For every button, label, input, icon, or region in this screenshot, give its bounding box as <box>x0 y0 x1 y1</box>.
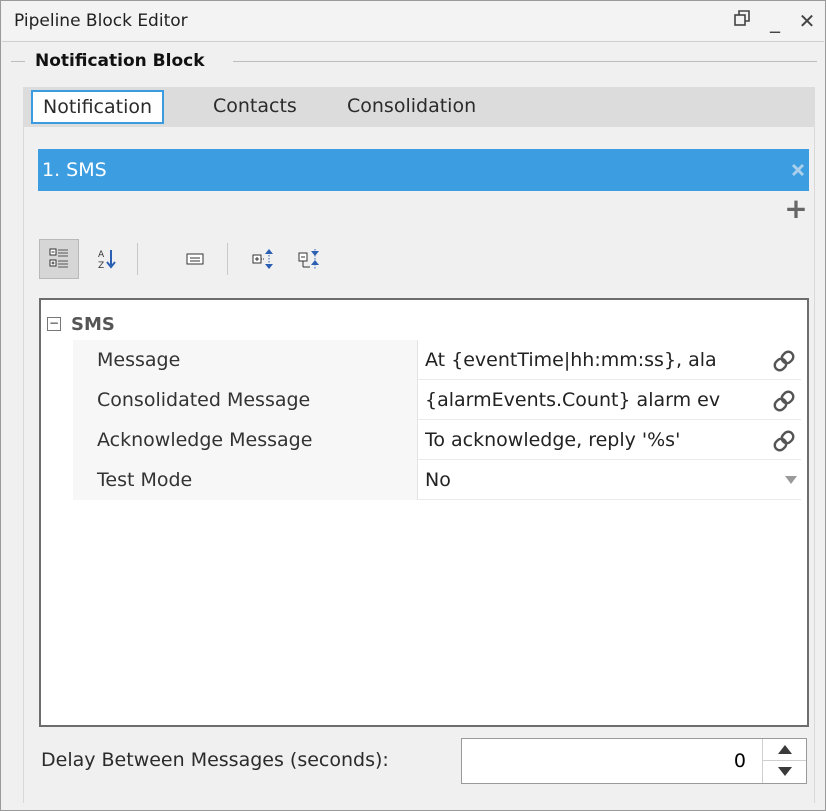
add-profile-button[interactable]: + <box>784 195 808 223</box>
delay-value-input[interactable] <box>506 739 746 783</box>
toolbar-separator <box>137 243 138 275</box>
restore-button[interactable] <box>730 7 756 35</box>
arrow-down-icon <box>778 767 792 776</box>
profile-item-label: 1. SMS <box>42 159 107 181</box>
section-title: Notification Block <box>31 51 209 71</box>
decrement-button[interactable] <box>763 761 806 783</box>
binding-link-button[interactable] <box>771 428 797 454</box>
collapse-category-button[interactable]: − <box>47 317 61 331</box>
property-value-text: {alarmEvents.Count} alarm ev <box>425 389 721 411</box>
tab-notification[interactable]: Notification <box>31 90 165 124</box>
test-mode-dropdown[interactable]: No <box>419 460 801 500</box>
property-row-test-mode: Test Mode No <box>73 460 801 500</box>
tab-contacts[interactable]: Contacts <box>203 87 307 127</box>
close-icon <box>791 163 805 177</box>
chain-link-icon <box>773 350 795 372</box>
window-title: Pipeline Block Editor <box>14 11 188 31</box>
section-divider <box>11 61 25 62</box>
property-value-field[interactable]: To acknowledge, reply '%s' <box>419 420 801 460</box>
alphabetical-sort-icon: A Z <box>98 250 116 270</box>
collapse-all-icon <box>298 249 319 269</box>
property-value-text: To acknowledge, reply '%s' <box>425 429 681 451</box>
property-value-text: No <box>425 469 451 491</box>
categorized-view-button[interactable] <box>39 239 79 279</box>
delay-spinner <box>461 738 807 784</box>
description-toggle-icon <box>186 253 204 265</box>
property-row-message: Message At {eventTime|hh:mm:ss}, ala <box>73 340 801 380</box>
close-button[interactable]: ✕ <box>794 7 820 35</box>
svg-text:Z: Z <box>98 261 104 270</box>
property-name: Test Mode <box>73 460 418 500</box>
category-row-sms: − SMS <box>47 312 115 336</box>
property-name: Message <box>73 340 418 380</box>
chain-link-icon <box>773 390 795 412</box>
categorized-view-icon <box>49 248 68 268</box>
restore-icon <box>734 10 750 26</box>
property-row-consolidated-message: Consolidated Message {alarmEvents.Count}… <box>73 380 801 420</box>
property-name: Acknowledge Message <box>73 420 418 460</box>
property-grid: − SMS Message At {eventTime|hh:mm:ss}, a… <box>39 298 809 727</box>
spinner-buttons <box>762 739 806 783</box>
pipeline-block-editor-window: Pipeline Block Editor _ ✕ Notification B… <box>0 0 826 811</box>
tab-strip: Notification Contacts Consolidation <box>23 87 815 127</box>
category-label: SMS <box>71 313 115 335</box>
description-toggle-button[interactable] <box>175 239 215 279</box>
section-divider <box>233 61 817 62</box>
increment-button[interactable] <box>763 739 806 761</box>
property-value-field[interactable]: {alarmEvents.Count} alarm ev <box>419 380 801 420</box>
toolbar-separator <box>227 243 228 275</box>
chevron-down-icon[interactable] <box>785 476 797 484</box>
arrow-up-icon <box>778 745 792 754</box>
alphabetical-sort-button[interactable]: A Z <box>87 239 127 279</box>
binding-link-button[interactable] <box>771 388 797 414</box>
property-value-text: At {eventTime|hh:mm:ss}, ala <box>425 349 717 371</box>
remove-profile-button[interactable] <box>791 149 805 191</box>
property-value-field[interactable]: At {eventTime|hh:mm:ss}, ala <box>419 340 801 380</box>
delay-between-messages-label: Delay Between Messages (seconds): <box>41 749 389 771</box>
title-bar: Pipeline Block Editor _ ✕ <box>2 1 824 42</box>
property-row-acknowledge-message: Acknowledge Message To acknowledge, repl… <box>73 420 801 460</box>
profile-list-item[interactable]: 1. SMS <box>38 149 809 191</box>
property-toolbar: A Z <box>39 237 809 281</box>
collapse-all-button[interactable] <box>289 239 329 279</box>
expand-all-icon <box>252 249 273 269</box>
svg-text:A: A <box>98 250 105 260</box>
expand-all-button[interactable] <box>243 239 283 279</box>
chain-link-icon <box>773 430 795 452</box>
property-name: Consolidated Message <box>73 380 418 420</box>
minimize-button[interactable]: _ <box>762 7 788 35</box>
tab-consolidation[interactable]: Consolidation <box>337 87 486 127</box>
binding-link-button[interactable] <box>771 348 797 374</box>
